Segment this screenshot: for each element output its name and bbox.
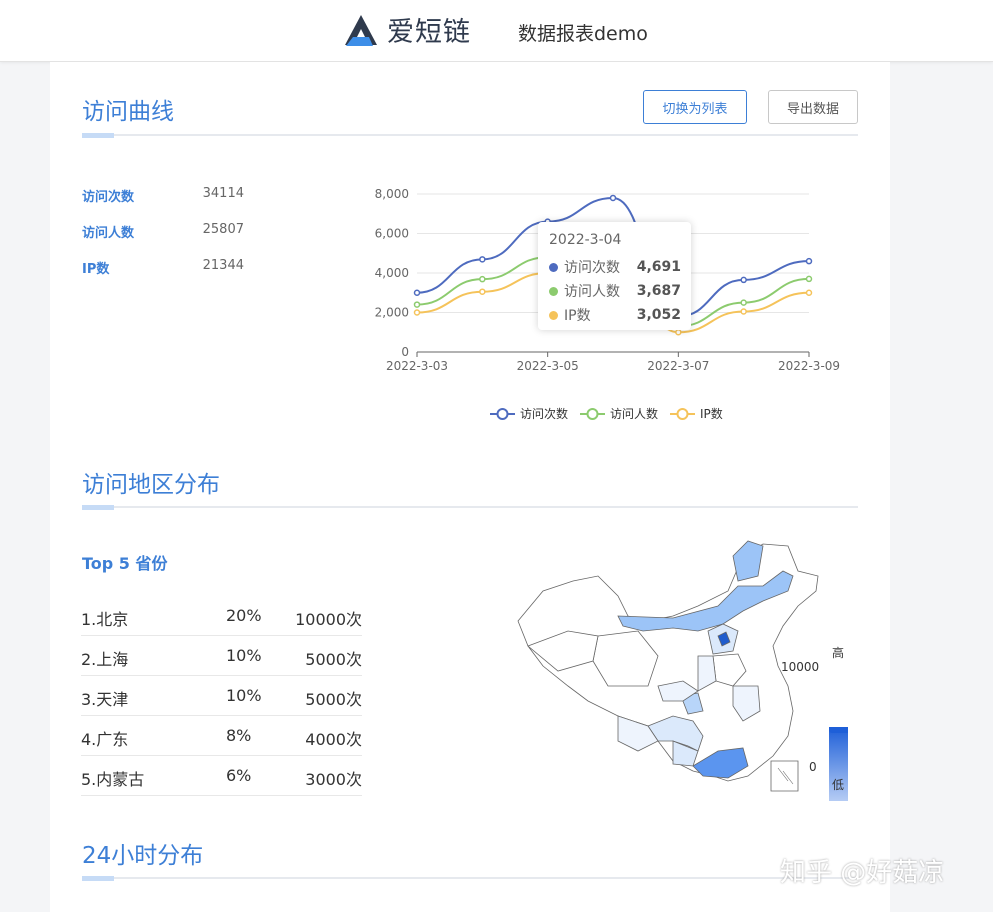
province-name: 3.天津 <box>81 690 129 709</box>
chart-tooltip: 2022-3-04 访问次数 4,691 访问人数 3,687 IP数 3,052 <box>538 222 691 330</box>
legend-max: 10000 <box>781 660 820 674</box>
legend-min: 0 <box>809 760 817 774</box>
province-count: 10000次 <box>295 610 362 629</box>
data-point <box>413 309 421 316</box>
hourly-title: 24小时分布 <box>82 843 204 869</box>
data-point <box>805 257 813 265</box>
legend-high: 高 <box>832 646 845 660</box>
y-tick-label: 0 <box>401 345 409 359</box>
divider <box>82 505 858 510</box>
data-point <box>675 329 682 336</box>
stat-ip: IP数 21344 <box>82 258 244 277</box>
top5-title: Top 5 省份 <box>82 554 168 573</box>
region-title: 访问地区分布 <box>82 472 220 498</box>
tooltip-row: 访问人数 3,687 <box>549 281 681 301</box>
brand-name: 爱短链 <box>387 17 471 48</box>
legend-label: IP数 <box>700 406 723 421</box>
province-count: 5000次 <box>305 650 362 669</box>
tooltip-date: 2022-3-04 <box>549 232 622 248</box>
province-row: 4.广东 8% 4000次 <box>81 716 362 756</box>
province-count: 5000次 <box>305 690 362 709</box>
province-name: 4.广东 <box>81 730 129 749</box>
province-pct: 20% <box>226 606 262 625</box>
province-count: 3000次 <box>305 770 362 789</box>
data-point <box>740 308 747 315</box>
province-count: 4000次 <box>305 730 362 749</box>
legend-marker <box>496 408 509 420</box>
page-subtitle: 数据报表demo <box>518 23 648 45</box>
data-point <box>479 256 486 263</box>
legend-marker <box>586 408 599 420</box>
data-point <box>413 289 421 296</box>
brand-logo[interactable]: 爱短链 <box>343 10 471 49</box>
y-tick-label: 8,000 <box>375 187 409 201</box>
province-pct: 10% <box>226 646 262 665</box>
data-point <box>609 194 617 202</box>
province-name: 1.北京 <box>81 610 129 629</box>
stat-visitors: 访问人数 25807 <box>82 222 244 241</box>
report-card: 访问曲线 切换为列表 导出数据 访问次数 34114 访问人数 25807 IP数 2… <box>50 62 890 912</box>
data-point <box>805 275 813 283</box>
province-name: 2.上海 <box>81 650 129 669</box>
y-tick-label: 4,000 <box>375 266 409 280</box>
tooltip-row: 访问次数 4,691 <box>549 257 681 277</box>
y-tick-label: 6,000 <box>375 227 409 241</box>
province-pct: 8% <box>226 726 252 745</box>
province-row: 3.天津 10% 5000次 <box>81 676 362 716</box>
logo-icon <box>345 14 377 46</box>
divider <box>82 876 858 881</box>
tooltip-row: IP数 3,052 <box>549 305 681 325</box>
visual-map-handle <box>829 727 848 733</box>
data-point <box>479 288 486 295</box>
visit-curve-title: 访问曲线 <box>82 99 174 125</box>
watermark: 知乎 @好菇凉 <box>780 858 945 888</box>
legend-label: 访问次数 <box>520 406 568 421</box>
province-pct: 6% <box>226 766 252 785</box>
province-row: 5.内蒙古 6% 3000次 <box>81 756 362 796</box>
legend-label: 访问人数 <box>610 406 658 421</box>
legend-marker <box>676 408 689 420</box>
x-tick-label: 2022-3-05 <box>517 359 579 373</box>
stat-visits: 访问次数 34114 <box>82 186 244 205</box>
province-row: 2.上海 10% 5000次 <box>81 636 362 676</box>
x-tick-label: 2022-3-03 <box>386 359 448 373</box>
top-header: 爱短链 数据报表demo <box>0 0 993 62</box>
switch-to-list-button[interactable]: 切换为列表 <box>643 90 747 124</box>
data-point <box>479 275 486 283</box>
x-tick-label: 2022-3-07 <box>647 359 709 373</box>
data-point <box>740 276 747 284</box>
y-tick-label: 2,000 <box>375 306 409 320</box>
data-point <box>805 289 813 296</box>
province-row: 1.北京 20% 10000次 <box>81 596 362 636</box>
legend-low: 低 <box>832 778 845 792</box>
data-point <box>413 301 421 308</box>
province-name: 5.内蒙古 <box>81 770 145 789</box>
divider <box>82 133 858 138</box>
export-data-button[interactable]: 导出数据 <box>768 90 858 124</box>
province-pct: 10% <box>226 686 262 705</box>
x-tick-label: 2022-3-09 <box>778 359 840 373</box>
data-point <box>740 299 747 306</box>
